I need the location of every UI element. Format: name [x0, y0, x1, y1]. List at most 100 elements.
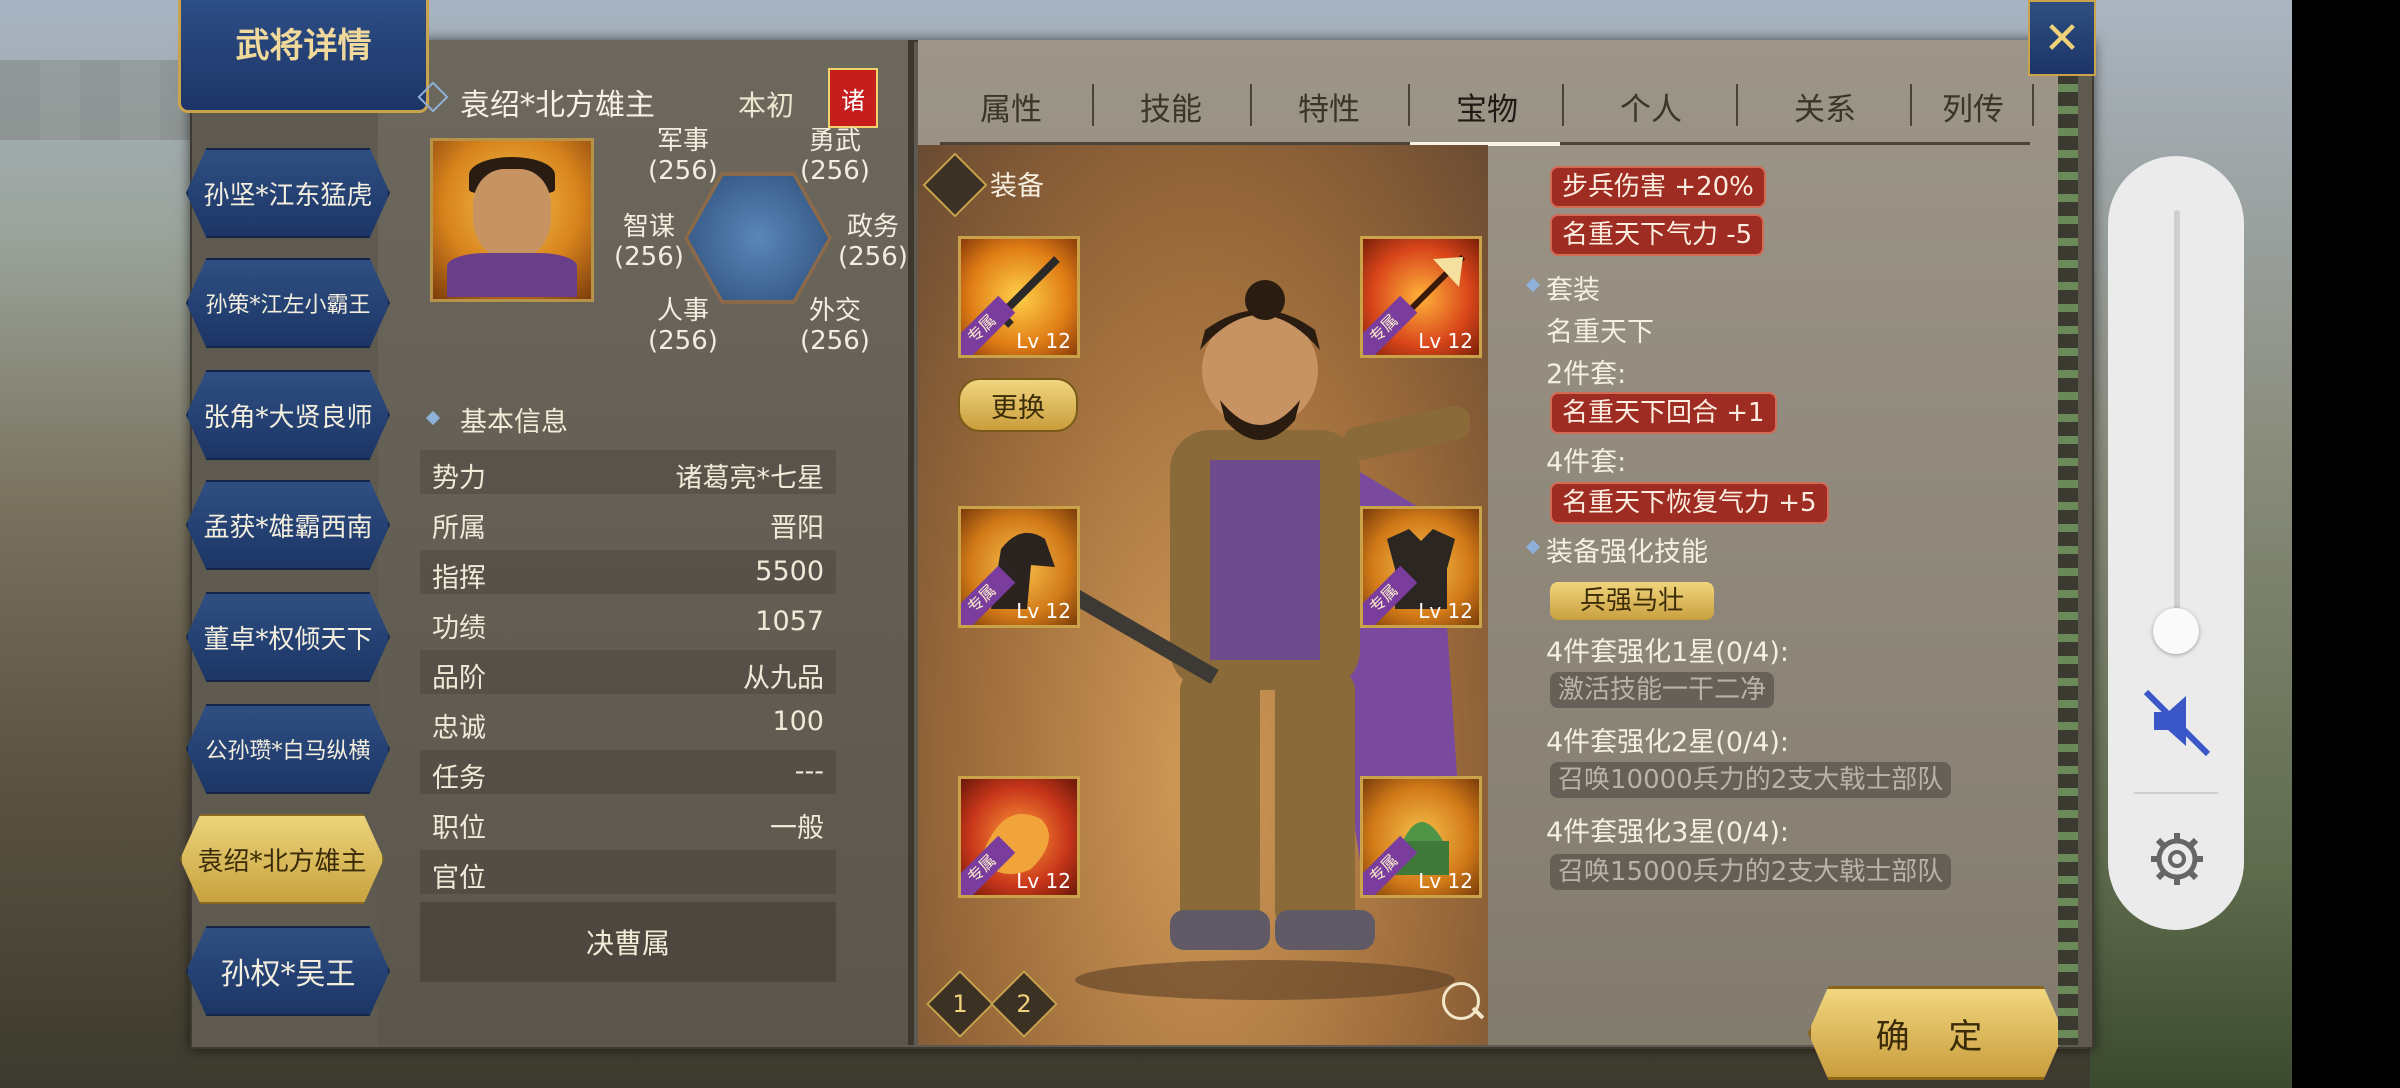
set4-label: 4件套:	[1546, 447, 1627, 478]
basic-info-title: 基本信息	[460, 407, 568, 438]
general-name: 袁绍*北方雄主	[460, 88, 655, 123]
equip-slot-weapon[interactable]: 专属 Lv 12	[958, 236, 1080, 358]
info-key: 指挥	[432, 563, 486, 594]
zoom-in-icon[interactable]	[1442, 982, 1480, 1020]
info-value: 晋阳	[770, 513, 824, 544]
info-row-mission: 任务 ---	[420, 750, 836, 794]
general-list-item[interactable]: 孙权*吴王	[186, 926, 390, 1016]
portrait-robe	[447, 253, 577, 297]
volume-slider-knob[interactable]	[2153, 608, 2199, 654]
appoint-button[interactable]: 决曹属	[420, 902, 836, 982]
info-key: 所属	[432, 513, 486, 544]
equip-slot-treasure-1[interactable]: 专属 Lv 12	[958, 776, 1080, 898]
general-list-label: 孙坚*江东猛虎	[203, 180, 373, 211]
page-title: 武将详情	[235, 26, 372, 66]
equip-slot-weapon-2[interactable]: 专属 Lv 12	[1360, 236, 1482, 358]
general-list-item-selected[interactable]: 袁绍*北方雄主	[180, 814, 384, 904]
stat-label: 外交	[808, 296, 861, 326]
info-key: 任务	[432, 763, 486, 794]
stat-diplomacy: 外交 (256)	[800, 296, 870, 356]
decorative-rope	[2058, 70, 2078, 1045]
general-list-item[interactable]: 孙坚*江东猛虎	[186, 148, 390, 238]
set2-effect: 名重天下回合 +1	[1550, 392, 1777, 434]
stat-label: 政务	[846, 212, 899, 242]
equip-slot-armor[interactable]: 专属 Lv 12	[1360, 506, 1482, 628]
info-row-position: 职位 一般	[420, 800, 836, 844]
info-value: 1057	[755, 606, 824, 637]
general-list-label: 公孙瓒*白马纵横	[205, 739, 371, 764]
info-key: 势力	[432, 463, 486, 494]
title-banner: 武将详情	[178, 0, 429, 113]
info-value: 一般	[770, 813, 824, 844]
portrait-face	[473, 169, 551, 259]
general-portrait	[430, 138, 594, 302]
star3-effect: 召唤15000兵力的2支大戟士部队	[1550, 854, 1952, 890]
general-list-item[interactable]: 董卓*权倾天下	[186, 592, 390, 682]
general-list-label: 孙策*江左小霸王	[205, 293, 371, 318]
equip-level: Lv 12	[1016, 869, 1071, 893]
info-key: 品阶	[432, 663, 486, 694]
info-key: 忠诚	[432, 713, 486, 744]
general-list-label: 董卓*权倾天下	[203, 624, 373, 655]
stat-label: 勇武	[808, 126, 861, 156]
set-name: 名重天下	[1546, 317, 1654, 348]
equip-level: Lv 12	[1418, 869, 1473, 893]
faction-badge: 诸	[828, 68, 878, 128]
general-list-label: 孟获*雄霸西南	[203, 512, 373, 543]
info-key: 官位	[432, 863, 486, 894]
stat-intellect: 智谋 (256)	[614, 212, 684, 272]
general-list-item[interactable]: 孙策*江左小霸王	[186, 258, 390, 348]
info-key: 功绩	[432, 613, 486, 644]
stat-value: (256)	[800, 326, 870, 356]
tab-personal[interactable]: 个人	[1620, 84, 1682, 129]
equip-level: Lv 12	[1418, 329, 1473, 353]
tab-relations[interactable]: 关系	[1794, 84, 1856, 129]
info-row-command: 指挥 5500	[420, 550, 836, 594]
equip-level: Lv 12	[1418, 599, 1473, 623]
star1-effect: 激活技能一干二净	[1550, 672, 1775, 708]
info-row-merit: 功绩 1057	[420, 600, 836, 644]
tab-skills[interactable]: 技能	[1140, 84, 1202, 129]
general-list-label: 张角*大贤良师	[203, 402, 373, 433]
tab-traits[interactable]: 特性	[1298, 84, 1360, 129]
stat-politics: 政务 (256)	[838, 212, 908, 272]
enhance-title: 装备强化技能	[1546, 537, 1708, 568]
general-list-item[interactable]: 孟获*雄霸西南	[186, 480, 390, 570]
confirm-button[interactable]: 确 定	[1808, 986, 2064, 1080]
stat-value: (256)	[648, 326, 718, 356]
info-value: 100	[772, 706, 824, 737]
stat-label: 人事	[656, 296, 709, 326]
info-value: 5500	[755, 556, 824, 587]
stat-value: (256)	[800, 156, 870, 186]
general-list-item[interactable]: 张角*大贤良师	[186, 370, 390, 460]
info-row-faction: 势力 诸葛亮*七星	[420, 450, 836, 494]
info-value: ---	[794, 756, 824, 787]
enhance-skill[interactable]: 兵强马壮	[1550, 582, 1714, 620]
settings-gear-icon[interactable]	[2148, 830, 2206, 888]
tab-attributes[interactable]: 属性	[980, 84, 1042, 129]
star2-label: 4件套强化2星(0/4):	[1546, 727, 1789, 758]
info-value: 诸葛亮*七星	[675, 463, 825, 494]
volume-divider	[2134, 792, 2218, 794]
tab-divider	[1910, 84, 1912, 126]
stat-valor: 勇武 (256)	[800, 126, 870, 186]
set2-label: 2件套:	[1546, 359, 1627, 390]
star2-effect: 召唤10000兵力的2支大戟士部队	[1550, 762, 1952, 798]
mute-icon[interactable]	[2140, 684, 2214, 758]
volume-slider-track[interactable]	[2174, 210, 2180, 630]
tab-biography[interactable]: 列传	[1942, 84, 2004, 129]
equip-level: Lv 12	[1016, 329, 1071, 353]
close-button[interactable]: ✕	[2028, 0, 2096, 76]
tab-treasure[interactable]: 宝物	[1456, 84, 1518, 129]
equip-level: Lv 12	[1016, 599, 1071, 623]
tab-divider	[1092, 84, 1094, 126]
equip-slot-treasure-2[interactable]: 专属 Lv 12	[1360, 776, 1482, 898]
stat-value: (256)	[614, 242, 684, 272]
stat-military: 军事 (256)	[648, 126, 718, 186]
page-number: 2	[1016, 990, 1032, 1018]
equip-slot-mount[interactable]: 专属 Lv 12	[958, 506, 1080, 628]
general-list-item[interactable]: 公孙瓒*白马纵横	[186, 704, 390, 794]
tab-divider	[1250, 84, 1252, 126]
close-icon: ✕	[2043, 12, 2081, 64]
replace-button[interactable]: 更换	[958, 378, 1078, 432]
